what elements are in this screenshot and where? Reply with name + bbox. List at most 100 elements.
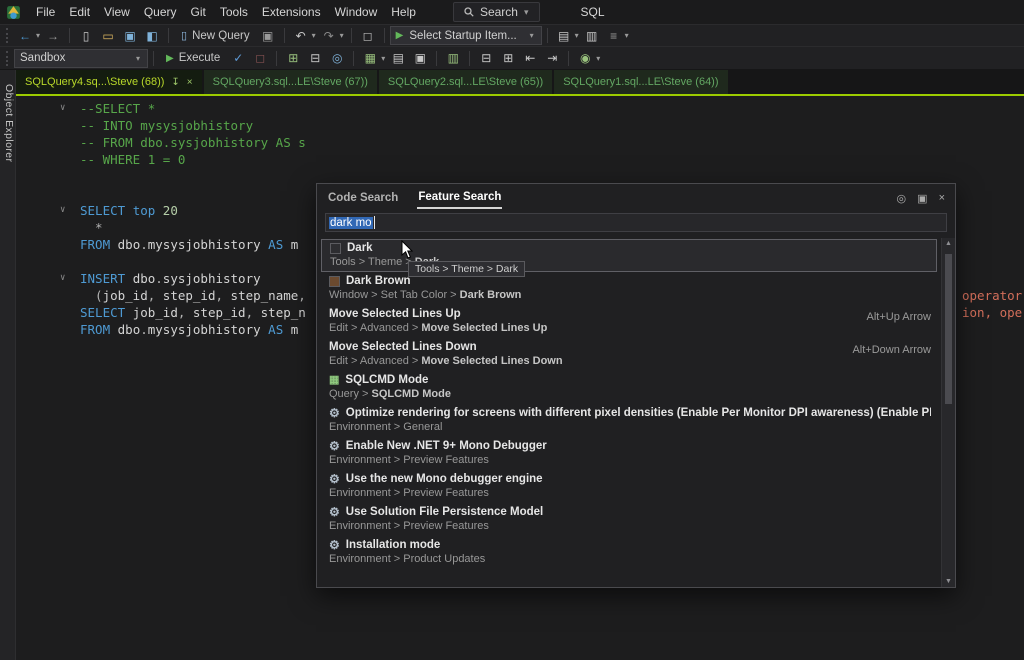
menu-tools[interactable]: Tools: [213, 1, 255, 23]
nav-back-icon[interactable]: ←: [15, 27, 35, 45]
parse-check-icon[interactable]: ✓: [228, 49, 248, 67]
result-path: Edit > Advanced > Move Selected Lines Up: [329, 322, 931, 334]
selection-frame-icon[interactable]: ◻: [358, 27, 378, 45]
new-query-button[interactable]: ▯New Query: [174, 26, 257, 46]
execute-button[interactable]: ▶Execute: [159, 48, 227, 68]
results-grid-icon[interactable]: ▦: [360, 49, 380, 67]
query-options-icon[interactable]: ⊟: [305, 49, 325, 67]
popup-scrollbar[interactable]: ▲ ▼: [941, 238, 955, 587]
search-result-row[interactable]: ▦SQLCMD ModeQuery > SQLCMD Mode: [317, 371, 941, 404]
startup-item-combo[interactable]: ▶Select Startup Item...▾: [390, 26, 542, 45]
save-icon[interactable]: ▣: [120, 27, 140, 45]
search-result-row[interactable]: ⚙Use Solution File Persistence ModelEnvi…: [317, 503, 941, 536]
database-combo-caret-icon[interactable]: ▾: [136, 54, 140, 63]
menu-help[interactable]: Help: [384, 1, 423, 23]
code-token: .: [140, 322, 148, 337]
results-file-icon[interactable]: ▣: [410, 49, 430, 67]
code-token: m: [291, 237, 299, 252]
result-title-line: ⚙Use Solution File Persistence Model: [329, 506, 931, 518]
feature-search-input[interactable]: dark mo: [325, 213, 947, 232]
preview-toggle-icon[interactable]: ◎: [897, 192, 907, 205]
search-result-row[interactable]: Move Selected Lines DownEdit > Advanced …: [317, 338, 941, 371]
code-line[interactable]: -- FROM dbo.sysjobhistory AS s: [16, 134, 1024, 151]
toolbar-options-icon[interactable]: ≡: [604, 27, 624, 45]
code-token: job_id: [133, 305, 178, 320]
database-combo[interactable]: Sandbox ▾: [14, 49, 148, 68]
document-tab[interactable]: SQLQuery1.sql...LE\Steve (64)): [554, 70, 727, 94]
menu-extensions[interactable]: Extensions: [255, 1, 328, 23]
code-token: SELECT: [80, 305, 133, 320]
search-result-row[interactable]: Move Selected Lines UpEdit > Advanced > …: [317, 305, 941, 338]
tab-feature-search[interactable]: Feature Search: [417, 188, 502, 209]
scrollbar-thumb[interactable]: [945, 254, 952, 404]
new-query-doc-icon[interactable]: ▯: [76, 27, 96, 45]
menu-sql[interactable]: SQL: [574, 1, 612, 23]
tab-close-icon[interactable]: ×: [187, 77, 193, 88]
document-tab[interactable]: SQLQuery3.sql...LE\Steve (67)): [204, 70, 377, 94]
comment-lines-icon[interactable]: ⊟: [476, 49, 496, 67]
result-path-prefix: Edit > Advanced >: [329, 322, 421, 334]
database-combo-value: Sandbox: [20, 52, 130, 64]
save-query-icon[interactable]: ▣: [258, 27, 278, 45]
redo-caret[interactable]: ▾: [340, 31, 344, 40]
object-explorer-collapsed-tab[interactable]: Object Explorer: [1, 80, 15, 210]
menu-file[interactable]: File: [29, 1, 62, 23]
fold-chevron-icon[interactable]: ∨: [60, 102, 65, 115]
code-token: sysjobhistory: [163, 271, 261, 286]
code-line[interactable]: ∨--SELECT *: [16, 100, 1024, 117]
save-all-icon[interactable]: ◧: [142, 27, 162, 45]
solution-explorer-caret[interactable]: ▾: [575, 31, 579, 40]
indent-icon[interactable]: ⇥: [542, 49, 562, 67]
tab-code-search[interactable]: Code Search: [327, 189, 399, 208]
result-path-prefix: Query >: [329, 388, 372, 400]
intellisense-icon[interactable]: ◎: [327, 49, 347, 67]
menu-window[interactable]: Window: [328, 1, 385, 23]
menu-edit[interactable]: Edit: [62, 1, 97, 23]
sqlcmd-mode-icon[interactable]: ▥: [443, 49, 463, 67]
toolbar-grip[interactable]: [6, 51, 10, 66]
cancel-query-icon[interactable]: ◻: [250, 49, 270, 67]
search-result-row[interactable]: ⚙Use the new Mono debugger engineEnviron…: [317, 470, 941, 503]
scroll-down-icon[interactable]: ▼: [942, 578, 955, 585]
result-path-prefix: Environment > Preview Features: [329, 487, 489, 499]
toolbar2-overflow-caret[interactable]: ▾: [596, 54, 600, 63]
estimated-plan-icon[interactable]: ⊞: [283, 49, 303, 67]
code-line[interactable]: -- WHERE 1 = 0: [16, 151, 1024, 168]
fold-chevron-icon[interactable]: ∨: [60, 272, 65, 285]
scroll-up-icon[interactable]: ▲: [942, 240, 955, 247]
code-token: step_n: [261, 305, 306, 320]
document-tab[interactable]: SQLQuery2.sql...LE\Steve (65)): [379, 70, 552, 94]
specify-template-values-icon[interactable]: ◉: [575, 49, 595, 67]
solution-explorer-icon[interactable]: ▤: [554, 27, 574, 45]
result-path: Environment > General: [329, 421, 931, 433]
results-grid-caret[interactable]: ▾: [381, 54, 385, 63]
toolbar-grip[interactable]: [6, 28, 10, 43]
menubar-search-control[interactable]: Search ▾: [453, 2, 540, 22]
code-line[interactable]: -- INTO mysysjobhistory: [16, 117, 1024, 134]
close-icon[interactable]: ×: [939, 192, 945, 205]
nav-back-caret[interactable]: ▾: [36, 31, 40, 40]
search-result-row[interactable]: ⚙Optimize rendering for screens with dif…: [317, 404, 941, 437]
menu-git[interactable]: Git: [184, 1, 213, 23]
search-result-row[interactable]: ⚙Enable New .NET 9+ Mono DebuggerEnviron…: [317, 437, 941, 470]
search-result-row[interactable]: ⚙Installation modeEnvironment > Product …: [317, 536, 941, 569]
toolbar1-overflow-caret[interactable]: ▾: [625, 31, 629, 40]
new-query-button-label: New Query: [192, 30, 250, 42]
pin-icon[interactable]: ↧: [171, 77, 179, 88]
document-tab[interactable]: SQLQuery4.sq...\Steve (68))↧×: [16, 70, 202, 94]
results-text-icon[interactable]: ▤: [388, 49, 408, 67]
menu-query[interactable]: Query: [137, 1, 184, 23]
properties-window-icon[interactable]: ▥: [582, 27, 602, 45]
menu-view[interactable]: View: [97, 1, 137, 23]
redo-icon[interactable]: ↷: [319, 27, 339, 45]
outdent-icon[interactable]: ⇤: [520, 49, 540, 67]
popout-window-icon[interactable]: ▣: [917, 192, 927, 205]
open-file-icon[interactable]: ▭: [98, 27, 118, 45]
result-path: Query > SQLCMD Mode: [329, 388, 931, 400]
undo-icon[interactable]: ↶: [291, 27, 311, 45]
nav-forward-icon[interactable]: →: [43, 27, 63, 45]
uncomment-lines-icon[interactable]: ⊞: [498, 49, 518, 67]
undo-caret[interactable]: ▾: [312, 31, 316, 40]
startup-item-combo-caret-icon[interactable]: ▾: [530, 31, 534, 40]
fold-chevron-icon[interactable]: ∨: [60, 204, 65, 217]
